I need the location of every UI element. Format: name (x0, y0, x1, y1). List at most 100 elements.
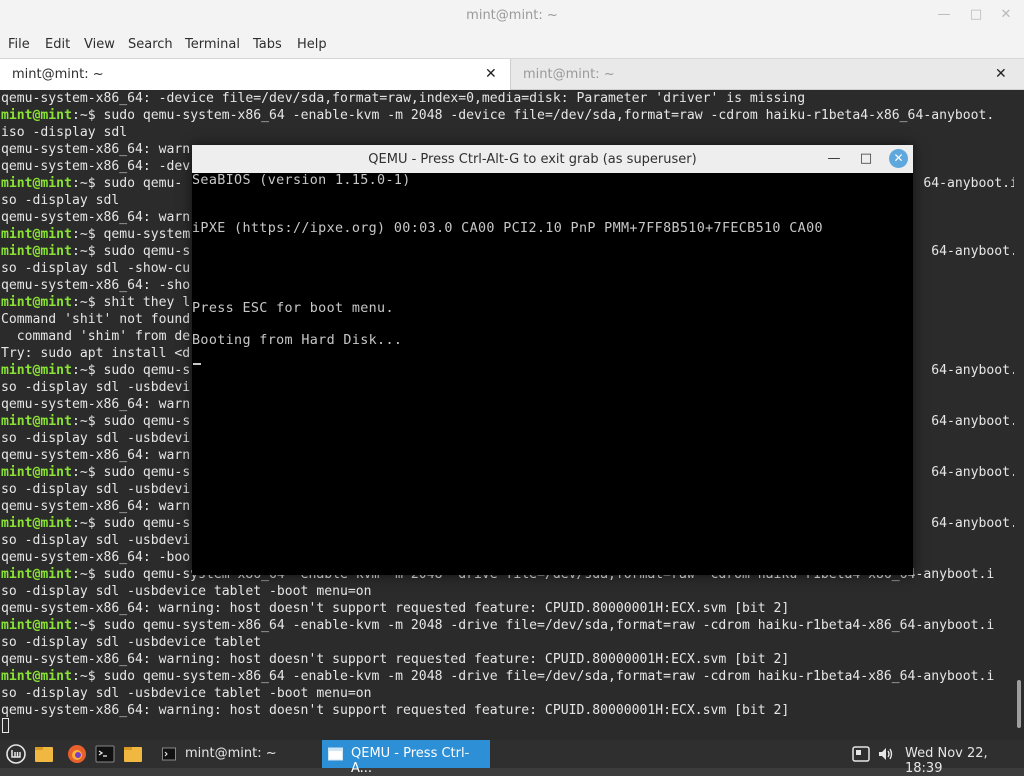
terminal-line-text: qemu-system-x86_64: warn (1, 499, 191, 514)
maximize-icon[interactable]: □ (858, 151, 874, 167)
terminal-line: so -display sdl -usbdevi (1, 532, 190, 549)
terminal-prompt: mint@mint (1, 465, 72, 480)
terminal-line-text: :~$ sudo qemu-system-x86_64 -enable-kvm … (71, 108, 995, 123)
terminal-line-text: qemu-system-x86_64: warning: host doesn'… (1, 601, 790, 616)
terminal-prompt: mint@mint (1, 669, 72, 684)
files-icon[interactable] (123, 744, 143, 764)
terminal-line-text: Try: sudo apt install <d (1, 346, 191, 361)
menubar: File Edit View Search Terminal Tabs Help (0, 32, 1024, 58)
clock[interactable]: Wed Nov 22, 18:39 (905, 746, 1024, 776)
maximize-icon[interactable]: □ (968, 7, 984, 23)
taskbar-item-label: mint@mint: ~ (185, 746, 277, 761)
terminal-line-text: qemu-system-x86_64: warn (1, 397, 191, 412)
terminal-prompt: mint@mint (1, 227, 72, 242)
terminal-line-text: qemu-system-x86_64: -dev (1, 159, 191, 174)
ipxe-line: iPXE (https://ipxe.org) 00:03.0 CA00 PCI… (192, 221, 823, 236)
window-titlebar[interactable]: mint@mint: ~ — □ ✕ (0, 0, 1024, 32)
terminal-prompt: mint@mint (1, 108, 72, 123)
terminal-line: so -display sdl -usbdevice tablet -boot … (1, 583, 372, 600)
terminal-line: mint@mint:~$ qemu-system (1, 226, 190, 243)
mint-menu-icon[interactable] (6, 744, 26, 764)
terminal-line: so -display sdl -show-cu (1, 260, 190, 277)
terminal-line: qemu-system-x86_64: -device file=/dev/sd… (1, 90, 805, 107)
terminal-prompt: mint@mint (1, 244, 72, 259)
terminal-line-text: qemu-system-x86_64: warn (1, 210, 191, 225)
terminal-line: so -display sdl -usbdevi (1, 481, 190, 498)
terminal-line-text: Command 'shit' not found (1, 312, 191, 327)
terminal-cursor (2, 718, 9, 733)
terminal-line: qemu-system-x86_64: -dev (1, 158, 190, 175)
tab-terminal-2[interactable]: mint@mint: ~ ✕ (511, 59, 1024, 90)
terminal-line: qemu-system-x86_64: warning: host doesn'… (1, 651, 789, 668)
menu-view[interactable]: View (84, 37, 115, 52)
terminal-line-text: qemu-system-x86_64: warning: host doesn'… (1, 652, 790, 667)
terminal-line-text: so -display sdl -show-cu (1, 261, 191, 276)
terminal-line: qemu-system-x86_64: warn (1, 498, 190, 515)
terminal-line: qemu-system-x86_64: warning: host doesn'… (1, 600, 789, 617)
qemu-window: QEMU - Press Ctrl-Alt-G to exit grab (as… (192, 145, 913, 575)
tab-terminal-1[interactable]: mint@mint: ~ ✕ (0, 59, 511, 90)
menu-tabs[interactable]: Tabs (253, 37, 282, 52)
close-icon[interactable]: ✕ (998, 7, 1014, 23)
taskbar-item-terminal[interactable]: mint@mint: ~ (152, 740, 322, 768)
qemu-titlebar[interactable]: QEMU - Press Ctrl-Alt-G to exit grab (as… (192, 145, 913, 173)
terminal-line: so -display sdl -usbdevice tablet (1, 634, 261, 651)
terminal-line-text: qemu-system-x86_64: -device file=/dev/sd… (1, 91, 806, 106)
terminal-line: mint@mint:~$ sudo qemu-system-x86_64 -en… (1, 617, 994, 634)
terminal-line-text: so -display sdl -usbdevi (1, 533, 191, 548)
menu-file[interactable]: File (8, 37, 30, 52)
taskbar-item-label: QEMU - Press Ctrl-A... (351, 746, 470, 776)
taskbar-item-qemu[interactable]: QEMU - Press Ctrl-A... (322, 740, 490, 776)
tab-label: mint@mint: ~ (12, 67, 104, 82)
tab-bar: mint@mint: ~ ✕ mint@mint: ~ ✕ (0, 58, 1024, 90)
terminal-line: mint@mint:~$ sudo qemu-system-x86_64 -en… (1, 668, 994, 685)
terminal-line-text: iso -display sdl (1, 125, 128, 140)
terminal-prompt: mint@mint (1, 176, 72, 191)
terminal-prompt: mint@mint (1, 516, 72, 531)
terminal-line-text: qemu-system-x86_64: warn (1, 448, 191, 463)
boot-status-line: Booting from Hard Disk... (192, 333, 403, 348)
terminal-line: qemu-system-x86_64: warn (1, 141, 190, 158)
terminal-line-text: :~$ qemu-system (71, 227, 191, 242)
terminal-line: qemu-system-x86_64: warning: host doesn'… (1, 702, 789, 719)
tab-close-icon[interactable]: ✕ (485, 66, 497, 82)
menu-edit[interactable]: Edit (45, 37, 70, 52)
terminal-line-text: so -display sdl -usbdevi (1, 431, 191, 446)
terminal-prompt: mint@mint (1, 414, 72, 429)
scrollbar-thumb[interactable] (1017, 680, 1021, 728)
minimize-icon[interactable]: — (826, 151, 842, 167)
qemu-display[interactable]: SeaBIOS (version 1.15.0-1) iPXE (https:/… (192, 173, 913, 575)
terminal-line: so -display sdl (1, 192, 119, 209)
minimize-icon[interactable]: — (936, 7, 952, 23)
volume-icon[interactable] (877, 745, 895, 763)
firefox-icon[interactable] (67, 744, 87, 764)
terminal-line: qemu-system-x86_64: warn (1, 396, 190, 413)
terminal-app-icon (162, 747, 176, 761)
terminal-line-text: :~$ shit they l (71, 295, 191, 310)
terminal-line-text: qemu-system-x86_64: warn (1, 142, 191, 157)
terminal-line-text: qemu-system-x86_64: warning: host doesn'… (1, 703, 790, 718)
close-icon[interactable]: ✕ (889, 149, 908, 168)
menu-search[interactable]: Search (128, 37, 173, 52)
menu-terminal[interactable]: Terminal (185, 37, 240, 52)
menu-help[interactable]: Help (297, 37, 327, 52)
terminal-prompt: mint@mint (1, 618, 72, 633)
workspace-switcher-icon[interactable] (852, 745, 870, 763)
terminal-line: Command 'shit' not found (1, 311, 190, 328)
terminal-line: mint@mint:~$ shit they l (1, 294, 190, 311)
boot-menu-hint: Press ESC for boot menu. (192, 301, 394, 316)
terminal-scrollbar[interactable] (1014, 90, 1024, 740)
terminal-line: so -display sdl -usbdevi (1, 430, 190, 447)
terminal-line-text: qemu-system-x86_64: -boo (1, 550, 191, 565)
qemu-app-icon (328, 747, 343, 761)
vga-cursor (193, 363, 201, 365)
terminal-line: iso -display sdl (1, 124, 127, 141)
terminal-line-text: so -display sdl (1, 193, 120, 208)
terminal-launcher-icon[interactable] (95, 744, 115, 764)
tab-close-icon[interactable]: ✕ (995, 66, 1007, 82)
terminal-line-text: command 'shim' from de (1, 329, 191, 344)
show-desktop-icon[interactable] (34, 744, 54, 764)
terminal-line-text: so -display sdl -usbdevice tablet -boot … (1, 584, 372, 599)
terminal-line-text: :~$ sudo qemu-system-x86_64 -enable-kvm … (71, 669, 995, 684)
taskbar: mint@mint: ~ QEMU - Press Ctrl-A... Wed … (0, 740, 1024, 776)
